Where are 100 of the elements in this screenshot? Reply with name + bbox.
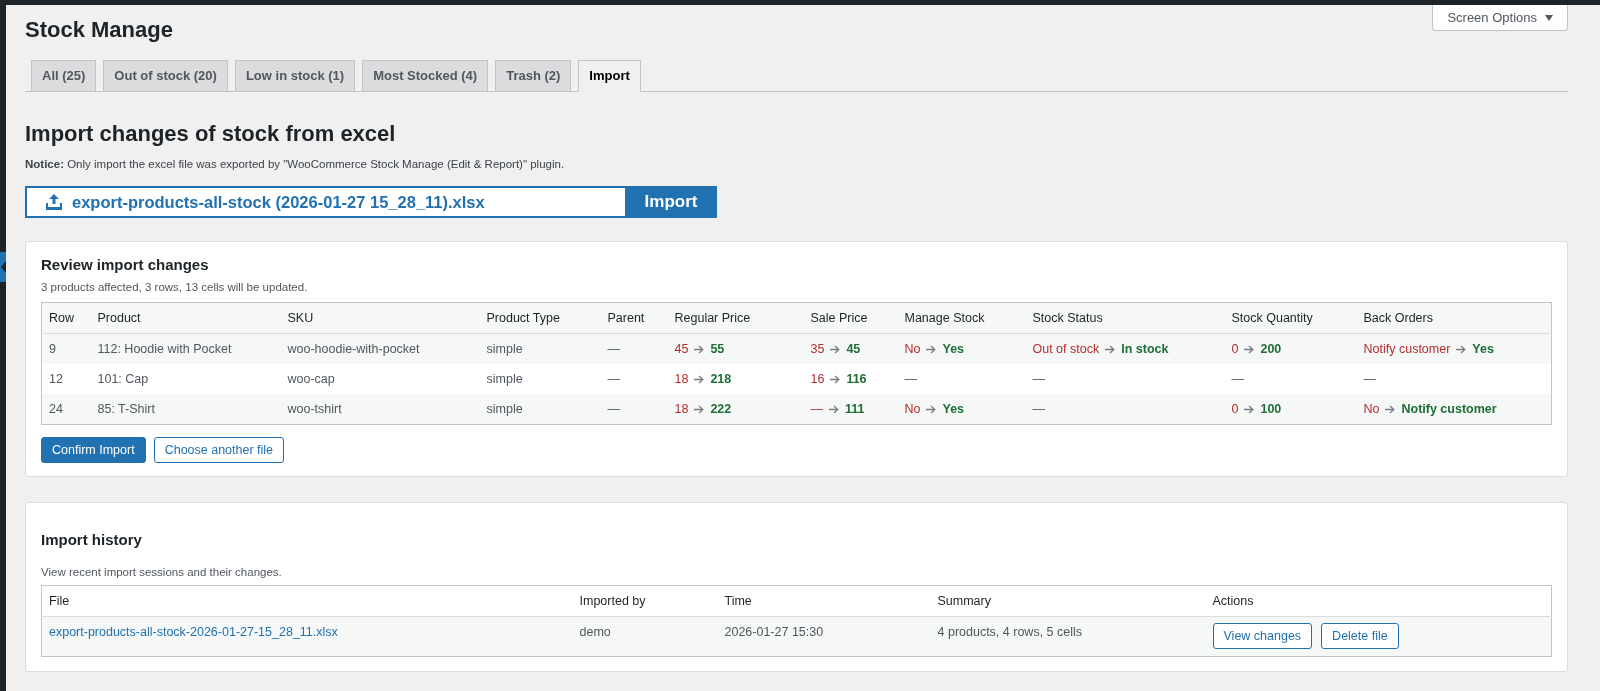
table-cell: simple	[479, 333, 601, 364]
file-link[interactable]: export-products-all-stock-2026-01-27-15_28_11.xlsx	[49, 625, 338, 639]
table-cell: —	[897, 364, 1026, 394]
table-cell: woo-tshirt	[280, 394, 480, 425]
arrow-icon	[926, 404, 937, 414]
column-header: Summary	[930, 585, 1206, 617]
column-header: Regular Price	[667, 302, 804, 334]
new-value: 100	[1260, 402, 1282, 416]
old-value: Notify customer	[1363, 342, 1451, 356]
choose-file-button[interactable]: Choose another file	[153, 437, 285, 463]
column-header: Back Orders	[1356, 302, 1552, 334]
new-value: Notify customer	[1401, 402, 1497, 416]
table-cell: —	[1025, 364, 1225, 394]
upload-icon	[45, 194, 63, 210]
old-value: Out of stock	[1032, 342, 1100, 356]
table-cell: simple	[479, 364, 601, 394]
new-value: 218	[710, 372, 732, 386]
column-header: Row	[41, 302, 91, 334]
table-cell: woo-hoodie-with-pocket	[280, 333, 480, 364]
old-value: 45	[674, 342, 689, 356]
column-header: Imported by	[572, 585, 718, 617]
table-cell: —	[1025, 394, 1225, 425]
table-cell: 2026-01-27 15:30	[717, 616, 931, 657]
table-cell: 4 products, 4 rows, 5 cells	[930, 616, 1206, 657]
summary-text: 3 products affected, 3 rows, 13 cells will be updated.	[41, 280, 309, 295]
column-header: Product Type	[479, 302, 601, 334]
section-heading: Import changes of stock from excel	[25, 120, 397, 148]
arrow-icon	[829, 404, 839, 414]
table-cell: 85: T-Shirt	[90, 394, 281, 425]
table-cell: —	[600, 364, 668, 394]
notice-text: Notice: Only import the excel file was exported by "WooCommerce Stock Manage (Edit & Report)" plugin.	[25, 157, 566, 172]
page-title: Stock Manage	[25, 16, 173, 44]
file-name: export-products-all-stock (2026-01-27 15_28_11).xlsx	[72, 192, 485, 212]
arrow-icon	[1105, 344, 1116, 354]
new-value: 116	[846, 372, 867, 386]
new-value: 111	[845, 402, 865, 416]
arrow-icon	[1244, 404, 1255, 414]
column-header: File	[41, 585, 573, 617]
card-title: Import history	[41, 530, 143, 550]
arrow-icon	[830, 374, 841, 384]
file-upload-field[interactable]: export-products-all-stock (2026-01-27 15_28_11).xlsx	[25, 186, 625, 218]
tab[interactable]: All (25)	[31, 60, 97, 92]
table-cell: —	[1224, 364, 1357, 394]
column-header: Sale Price	[803, 302, 898, 334]
column-header: Stock Status	[1025, 302, 1225, 334]
table-cell: 9	[41, 333, 91, 364]
arrow-icon	[830, 344, 841, 354]
new-value: 55	[710, 342, 725, 356]
arrow-icon	[1456, 344, 1467, 354]
column-header: SKU	[280, 302, 480, 334]
new-value: Yes	[942, 342, 965, 356]
table-cell: woo-cap	[280, 364, 480, 394]
column-header: Manage Stock	[897, 302, 1026, 334]
tab[interactable]: Import	[578, 60, 641, 92]
table-cell: —	[1356, 364, 1552, 394]
old-value: —	[810, 402, 823, 416]
old-value: 0	[1231, 402, 1239, 416]
table-cell: —	[600, 394, 668, 425]
table-cell: 112: Hoodie with Pocket	[90, 333, 281, 364]
new-value: In stock	[1121, 342, 1169, 356]
view-changes-button[interactable]: View changes	[1212, 623, 1313, 649]
table-cell: demo	[572, 616, 718, 657]
table-cell: 12	[41, 364, 91, 394]
import-button[interactable]: Import	[625, 186, 717, 218]
arrow-icon	[1244, 344, 1255, 354]
card-title: Review import changes	[41, 255, 210, 275]
old-value: No	[904, 402, 921, 416]
old-value: No	[904, 342, 921, 356]
column-header: Actions	[1205, 585, 1552, 617]
old-value: 18	[674, 402, 689, 416]
table-cell: 24	[41, 394, 91, 425]
confirm-import-button[interactable]: Confirm Import	[41, 437, 146, 463]
arrow-icon	[1385, 404, 1396, 414]
new-value: Yes	[942, 402, 965, 416]
table-cell: simple	[479, 394, 601, 425]
arrow-icon	[694, 404, 705, 414]
tab[interactable]: Most Stocked (4)	[362, 60, 489, 92]
column-header: Product	[90, 302, 281, 334]
arrow-icon	[694, 344, 705, 354]
tab[interactable]: Out of stock (20)	[103, 60, 228, 92]
column-header: Parent	[600, 302, 668, 334]
new-value: 200	[1260, 342, 1282, 356]
new-value: 45	[846, 342, 861, 356]
subtitle-text: View recent import sessions and their changes.	[41, 565, 283, 580]
old-value: 35	[810, 342, 825, 356]
caret-icon	[1545, 14, 1553, 21]
tab[interactable]: Low in stock (1)	[234, 60, 356, 92]
new-value: Yes	[1472, 342, 1494, 356]
screen-options-button[interactable]: Screen Options	[1432, 5, 1568, 31]
delete-file-button[interactable]: Delete file	[1321, 623, 1399, 649]
old-value: No	[1363, 402, 1380, 416]
table-cell: 101: Cap	[90, 364, 281, 394]
old-value: 0	[1231, 342, 1239, 356]
tab[interactable]: Trash (2)	[495, 60, 572, 92]
old-value: 16	[810, 372, 825, 386]
table-cell: —	[600, 333, 668, 364]
arrow-icon	[694, 374, 705, 384]
current-menu-marker-icon	[0, 252, 6, 282]
old-value: 18	[674, 372, 689, 386]
column-header: Stock Quantity	[1224, 302, 1357, 334]
